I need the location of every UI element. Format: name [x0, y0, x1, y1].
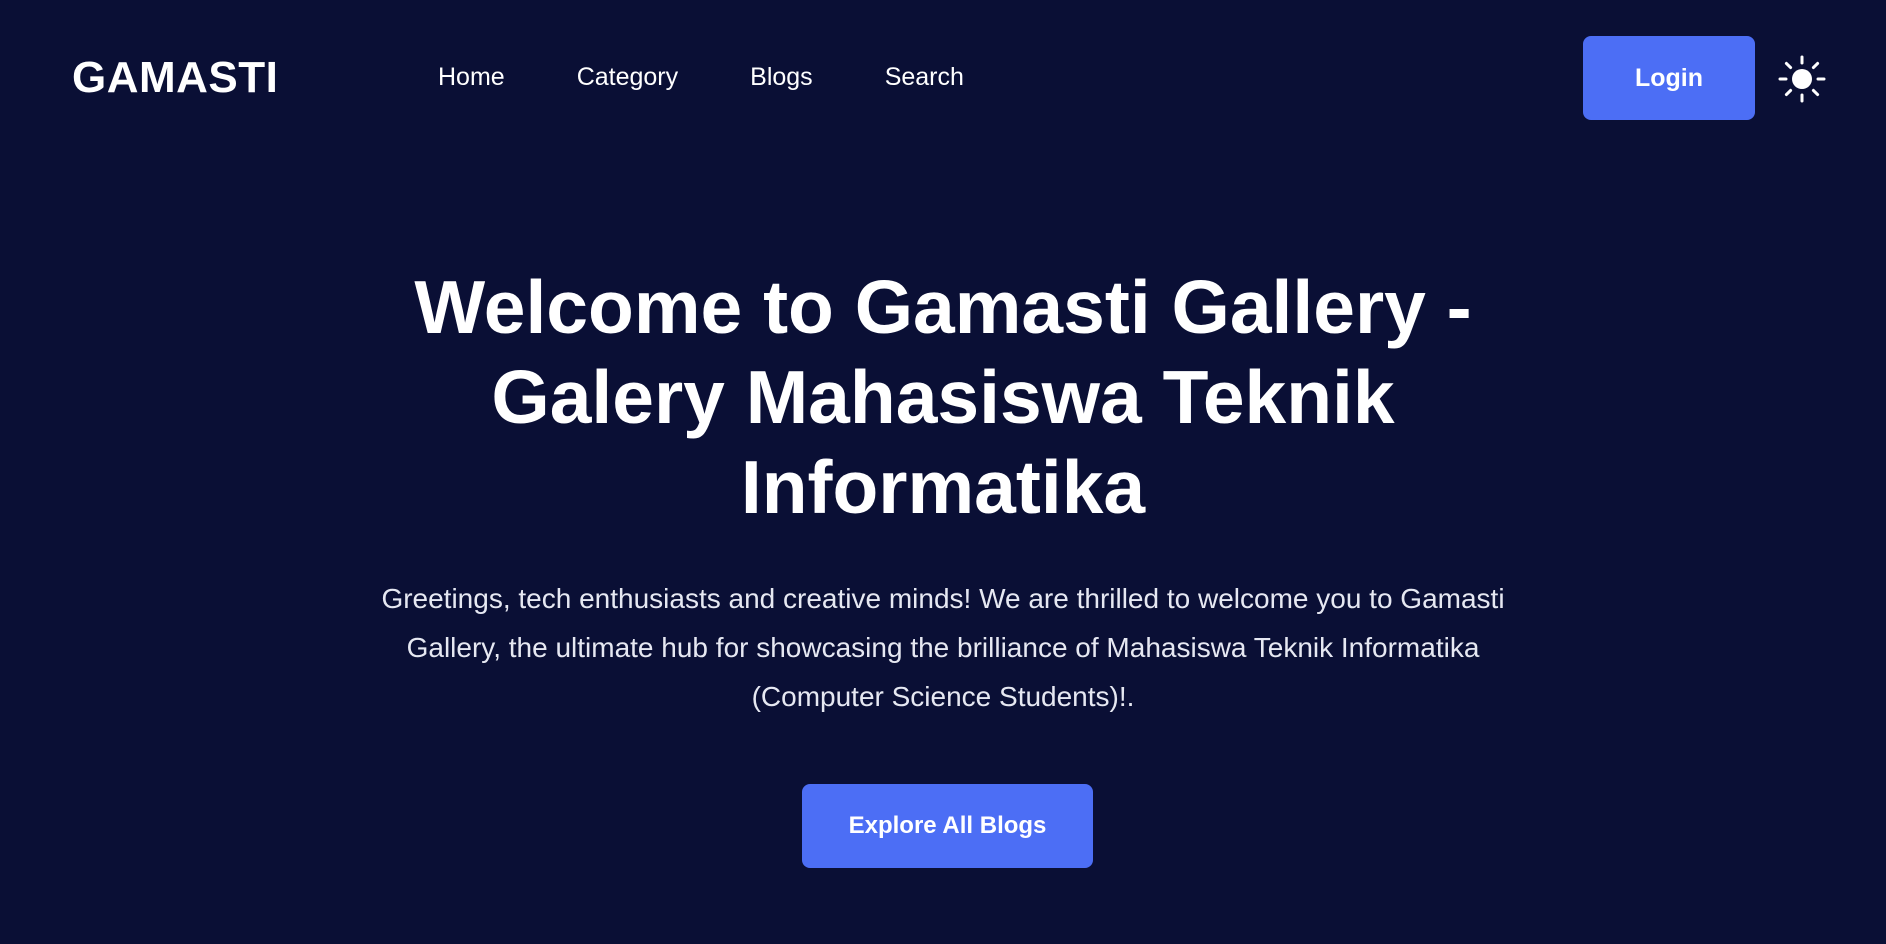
- theme-toggle-button[interactable]: [1778, 55, 1826, 103]
- hero-section: Welcome to Gamasti Gallery - Galery Maha…: [0, 262, 1886, 721]
- nav-link-blogs[interactable]: Blogs: [750, 60, 813, 94]
- hero-description: Greetings, tech enthusiasts and creative…: [381, 583, 1505, 712]
- page: GAMASTI Home Category Blogs Search Login: [0, 0, 1886, 944]
- explore-all-blogs-button[interactable]: Explore All Blogs: [802, 784, 1093, 868]
- hero-title: Welcome to Gamasti Gallery - Galery Maha…: [414, 265, 1472, 529]
- sun-icon: [1778, 55, 1826, 103]
- login-button[interactable]: Login: [1583, 36, 1755, 120]
- nav-link-category[interactable]: Category: [577, 60, 678, 94]
- site-logo[interactable]: GAMASTI: [72, 52, 278, 104]
- nav-link-search[interactable]: Search: [885, 60, 964, 94]
- nav-link-home[interactable]: Home: [438, 60, 505, 94]
- main-nav: Home Category Blogs Search: [438, 60, 1036, 94]
- navbar: GAMASTI Home Category Blogs Search Login: [0, 0, 1886, 156]
